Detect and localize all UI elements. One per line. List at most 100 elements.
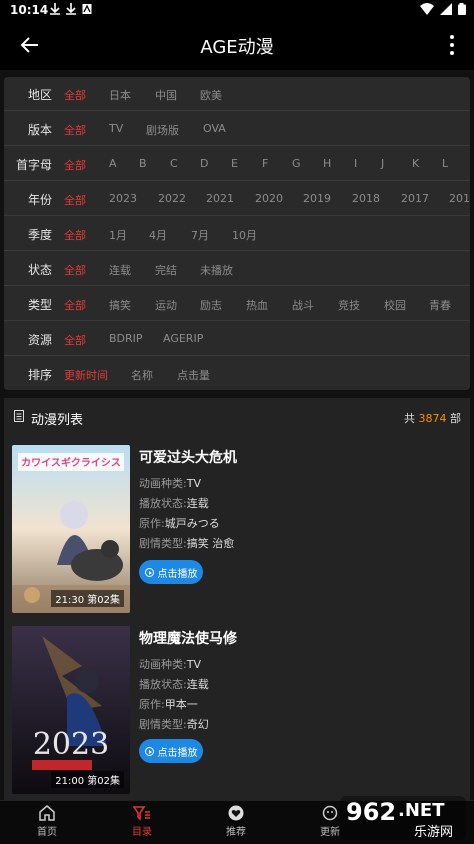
play-label: 点击播放 [157, 568, 198, 580]
count-prefix: 共 [404, 412, 415, 425]
filter-option[interactable]: BDRIP [109, 332, 143, 345]
filter-option[interactable]: 全部 [64, 157, 86, 173]
site-watermark: 962 .NET 乐游网 [340, 796, 466, 840]
filter-option[interactable]: C [170, 157, 178, 170]
watermark-sub: 乐游网 [414, 825, 453, 840]
meta-author: 原作:甲本一 [139, 696, 198, 712]
filter-option[interactable]: 欧美 [200, 87, 222, 103]
filter-panel: 地区 全部 日本 中国 欧美 版本 全部 TV 剧场版 OVA 首字母 全部 A… [4, 77, 470, 390]
filter-option[interactable]: 日本 [109, 87, 131, 103]
filter-option[interactable]: B [139, 157, 147, 170]
filter-option[interactable]: 2016 [449, 192, 470, 205]
filter-option[interactable]: 2022 [158, 192, 186, 205]
meta-key: 播放状态: [139, 678, 187, 691]
filter-option[interactable]: 全部 [64, 332, 86, 348]
filter-label: 版本 [27, 123, 52, 137]
filter-option[interactable]: 全部 [64, 262, 86, 278]
filter-option[interactable]: I [354, 157, 357, 170]
filter-option[interactable]: D [200, 157, 208, 170]
filter-option[interactable]: AGERIP [163, 332, 203, 345]
filter-label: 状态 [27, 263, 52, 277]
filter-option[interactable]: G [292, 157, 301, 170]
filter-option[interactable]: 2018 [352, 192, 380, 205]
play-button[interactable]: 点击播放 [139, 739, 203, 763]
filter-row-genre: 类型 全部 搞笑 运动 励志 热血 战斗 竞技 校园 青春 [4, 287, 470, 321]
filter-option[interactable]: 剧场版 [146, 122, 179, 138]
filter-option[interactable]: J [381, 157, 384, 170]
play-circle-icon [144, 746, 154, 756]
meta-value: 搞笑 治愈 [186, 537, 235, 550]
meta-key: 原作: [139, 517, 165, 530]
list-item[interactable]: 2023 21:00 第02集 物理魔法使马修 动画种类:TV 播放状态:连载 … [4, 621, 470, 800]
filter-option[interactable]: 1月 [109, 227, 127, 243]
filter-option[interactable]: 搞笑 [109, 297, 131, 313]
filter-option[interactable]: 2020 [255, 192, 283, 205]
filter-option[interactable]: 2021 [206, 192, 234, 205]
filter-option[interactable]: 运动 [155, 297, 177, 313]
filter-option[interactable]: L [442, 157, 448, 170]
filter-option[interactable]: OVA [203, 122, 226, 135]
filter-option[interactable]: H [323, 157, 331, 170]
anime-title[interactable]: 物理魔法使马修 [139, 628, 237, 648]
filter-option[interactable]: 青春 [429, 297, 451, 313]
meta-value: TV [186, 658, 201, 671]
filter-label: 年份 [27, 193, 52, 207]
anime-list-panel: 动漫列表 共 3874 部 カワイスギクライシス 21:30 第02集 可爱过头… [4, 398, 470, 800]
filter-option[interactable]: A [109, 157, 117, 170]
count-number: 3874 [418, 412, 447, 425]
filter-option[interactable]: 励志 [200, 297, 222, 313]
poster-art: 2023 [12, 626, 130, 794]
filter-option[interactable]: 点击量 [177, 367, 210, 383]
filter-row-status: 状态 全部 连载 完结 未播放 [4, 252, 470, 286]
poster-image[interactable]: 2023 21:00 第02集 [12, 626, 130, 794]
filter-option[interactable]: 未播放 [200, 262, 233, 278]
filter-option[interactable]: 战斗 [292, 297, 314, 313]
meta-type: 动画种类:TV [139, 475, 201, 491]
poster-image[interactable]: カワイスギクライシス 21:30 第02集 [12, 445, 130, 613]
home-icon [39, 805, 55, 821]
filter-option[interactable]: 7月 [191, 227, 209, 243]
filter-option[interactable]: 10月 [232, 227, 257, 243]
play-button[interactable]: 点击播放 [139, 560, 203, 584]
nav-catalog[interactable]: 目录 [112, 805, 172, 838]
filter-option[interactable]: 名称 [131, 367, 153, 383]
filter-option[interactable]: 4月 [149, 227, 167, 243]
more-vert-icon[interactable] [446, 32, 458, 58]
nav-recommend[interactable]: 推荐 [206, 805, 266, 838]
status-bar: 10:14 [0, 0, 474, 20]
meta-genre: 剧情类型:奇幻 [139, 716, 209, 732]
filter-option[interactable]: 中国 [155, 87, 177, 103]
anime-title[interactable]: 可爱过头大危机 [139, 447, 237, 467]
filter-option[interactable]: 全部 [64, 87, 86, 103]
nav-home[interactable]: 首页 [17, 805, 77, 838]
filter-option[interactable]: 全部 [64, 227, 86, 243]
nav-label: 首页 [37, 827, 57, 838]
filter-option[interactable]: 连载 [109, 262, 131, 278]
filter-option[interactable]: 2023 [109, 192, 137, 205]
filter-option[interactable]: 2017 [401, 192, 429, 205]
meta-type: 动画种类:TV [139, 656, 201, 672]
poster-year: 2023 [33, 727, 109, 762]
filter-option[interactable]: 2019 [303, 192, 331, 205]
filter-option[interactable]: 更新时间 [64, 367, 108, 383]
list-header: 动漫列表 共 3874 部 [4, 398, 470, 434]
filter-option[interactable]: 全部 [64, 192, 86, 208]
filter-option[interactable]: 全部 [64, 122, 86, 138]
filter-option[interactable]: 完结 [155, 262, 177, 278]
meta-value: 城戸みつる [164, 517, 220, 530]
document-icon [14, 410, 24, 422]
list-item[interactable]: カワイスギクライシス 21:30 第02集 可爱过头大危机 动画种类:TV 播放… [4, 440, 470, 626]
filter-option[interactable]: 全部 [64, 297, 86, 313]
meta-key: 剧情类型: [139, 537, 187, 550]
filter-option[interactable]: E [231, 157, 238, 170]
filter-label: 季度 [27, 228, 52, 242]
meta-value: 奇幻 [186, 718, 209, 731]
filter-option[interactable]: 竞技 [338, 297, 360, 313]
filter-option[interactable]: F [262, 157, 268, 170]
list-count: 共 3874 部 [404, 410, 461, 426]
filter-option[interactable]: 校园 [384, 297, 406, 313]
filter-option[interactable]: TV [109, 122, 123, 135]
filter-option[interactable]: 热血 [246, 297, 268, 313]
meta-value: 连载 [186, 497, 209, 510]
filter-option[interactable]: K [412, 157, 419, 170]
